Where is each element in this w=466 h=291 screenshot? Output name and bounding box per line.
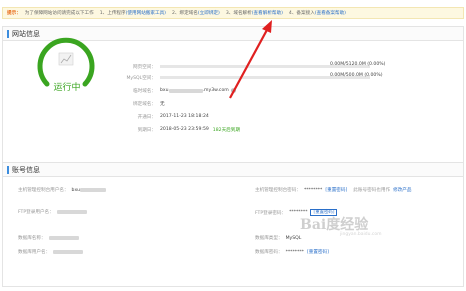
db-type-value: MySQL <box>285 235 302 241</box>
db-type-label: 数据库类型： <box>255 236 283 241</box>
redacted-text <box>56 210 87 214</box>
host-pwd-row: 主机管理控制台密码： ******** [重置密码] 此账号密码也用作 修改产品 <box>255 187 411 194</box>
db-type-row: 数据库类型： MySQL <box>255 235 302 242</box>
redacted-text <box>80 188 107 192</box>
bound-domain-label: 绑定域名： <box>133 101 156 107</box>
tip-step-dns: 3、域名解析 <box>225 11 252 16</box>
db-pwd-row: 数据库密码： ******** [重置密码] <box>255 249 329 256</box>
host-user-value: bxu <box>71 187 81 193</box>
tip-step-upload: 1、上传程序 <box>99 11 126 16</box>
host-user-label: 主机管理控制台用户名： <box>18 188 69 193</box>
host-user-row: 主机管理控制台用户名： bxu <box>18 187 107 193</box>
dns-help-link[interactable]: (查看解析帮助) <box>252 10 283 16</box>
account-info-panel: 账号信息 <box>2 162 464 287</box>
db-name-label: 数据库名称： <box>18 236 46 241</box>
ftp-pwd-label: FTP登录密码： <box>255 210 287 216</box>
icp-help-link[interactable]: (查看备案帮助) <box>315 10 346 16</box>
expire-days-remaining: 182天后到期 <box>212 127 240 133</box>
site-status-text: 运行中 <box>53 83 81 93</box>
temp-domain-label: 临时域名： <box>133 88 156 94</box>
db-name-row: 数据库名称： <box>18 235 79 241</box>
tip-label: 提示： <box>7 11 21 16</box>
host-pwd-reset-link[interactable]: [重置密码] <box>325 187 347 193</box>
host-pwd-note: 此账号密码也用作 <box>353 188 391 193</box>
mysql-space-value: 0.00M/500.0M (0.00%) <box>330 73 383 78</box>
expire-date-row: 到期日： 2018-05-23 23:59:59 182天后到期 <box>122 125 240 134</box>
bind-domain-link[interactable]: (立即绑定) <box>198 10 220 16</box>
redacted-text <box>168 88 203 93</box>
temp-domain-suffix: .my3w.com <box>202 88 229 93</box>
baidu-jingyan-watermark: Bai度经验 <box>300 217 369 233</box>
baidu-jingyan-watermark-url: jingyan.baidu.com <box>340 232 382 237</box>
open-date-row: 开通日： 2017-11-23 18:18:24 <box>122 112 209 121</box>
temp-domain-row: 临时域名： bxu .my3w.com ? <box>122 86 236 95</box>
upload-tool-link[interactable]: (使用网站搬家工具) <box>126 10 166 16</box>
web-space-label: 网页空间： <box>133 64 156 70</box>
help-icon[interactable]: ? <box>230 88 236 93</box>
host-pwd-label: 主机管理控制台密码： <box>255 188 301 193</box>
db-user-label: 数据库用户名： <box>18 250 51 255</box>
bound-domain-row: 绑定域名： 无 <box>122 99 165 108</box>
bound-domain-value: 无 <box>160 101 165 107</box>
mysql-space-label: MySQL空间： <box>126 75 156 81</box>
open-date-label: 开通日： <box>137 114 156 120</box>
db-pwd-value: ******** <box>285 249 304 255</box>
db-user-row: 数据库用户名： <box>18 249 84 255</box>
db-pwd-reset-link[interactable]: [重置密码] <box>307 249 329 255</box>
temp-domain-prefix: bxu <box>160 88 169 93</box>
expire-date-value: 2018-05-23 23:59:59 <box>160 127 209 132</box>
host-pwd-value: ******** <box>303 187 323 193</box>
tip-step-icp: 4、备案接入 <box>288 11 315 16</box>
web-space-value: 0.00M/5120.0M (0.00%) <box>330 62 386 67</box>
tip-text: 为了保障网站访问请完成以下工作 <box>24 11 94 16</box>
mysql-space-row: MySQL空间： <box>122 73 160 82</box>
redacted-text <box>48 236 79 240</box>
ftp-user-label: FTP登录用户名： <box>18 210 54 215</box>
account-info-title: 账号信息 <box>12 165 40 174</box>
expire-date-label: 到期日： <box>137 127 156 133</box>
open-date-value: 2017-11-23 18:18:24 <box>160 114 209 119</box>
host-pwd-note-link[interactable]: 修改产品 <box>393 187 411 193</box>
ftp-user-row: FTP登录用户名： <box>18 209 87 215</box>
tip-step-bind-domain: 2、绑定域名 <box>171 11 198 16</box>
db-pwd-label: 数据库密码： <box>255 250 283 255</box>
redacted-text <box>53 250 84 254</box>
setup-tip-bar: 提示： 为了保障网站访问请完成以下工作 1、上传程序 (使用网站搬家工具) 2、… <box>2 7 464 19</box>
account-info-header: 账号信息 <box>3 163 463 177</box>
web-space-row: 网页空间： <box>122 62 160 71</box>
